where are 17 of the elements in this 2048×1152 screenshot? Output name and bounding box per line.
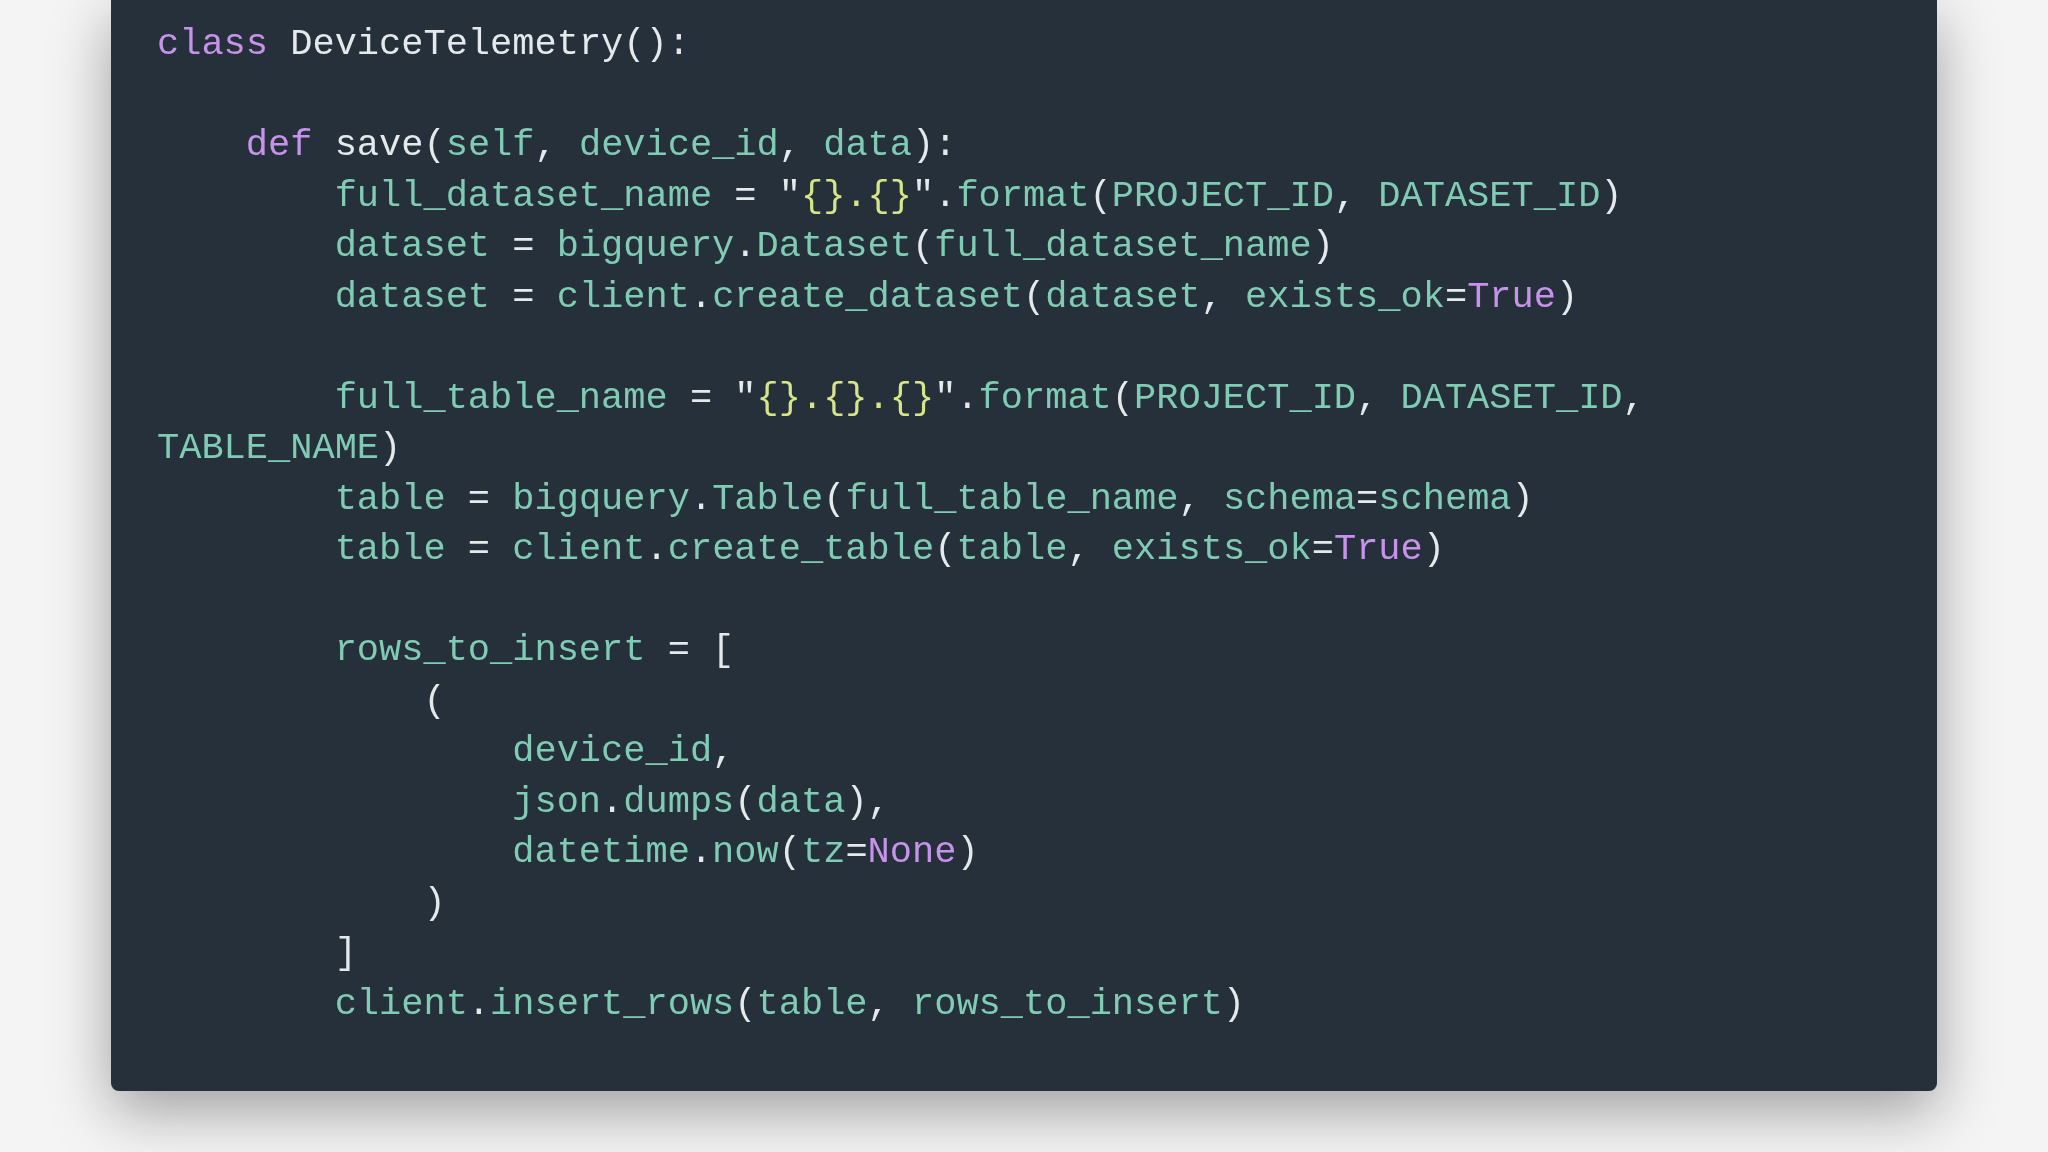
code-line: full_dataset_name = "{}.{}".format(PROJECT_ID, DATASET_ID)	[334, 173, 1623, 219]
code-line: datetime.now(tz=None)	[512, 830, 979, 875]
code-line: client.insert_rows(table, rows_to_insert)	[334, 981, 1246, 1027]
code-line: TABLE_NAME)	[157, 426, 402, 471]
code-line: ]	[334, 931, 357, 976]
code-line: class DeviceTelemetry():	[157, 22, 690, 67]
code-line: def save(self, device_id, data):	[245, 123, 957, 168]
code-line: table = client.create_table(table, exists_ok=True)	[334, 527, 1445, 572]
code-line: table = bigquery.Table(full_table_name, schema=schema)	[334, 476, 1534, 522]
code-line: (	[423, 678, 446, 724]
code-line: device_id,	[512, 729, 735, 774]
code-line: json.dumps(data),	[512, 779, 890, 825]
code-line: full_table_name = "{}.{}.{}".format(PROJECT_ID, DATASET_ID,	[334, 375, 1645, 421]
code-line: dataset = bigquery.Dataset(full_dataset_name)	[334, 224, 1334, 269]
code-line: rows_to_insert = [	[334, 628, 735, 673]
code-line: )	[423, 880, 446, 926]
code-line: dataset = client.create_dataset(dataset, exists_ok=True)	[334, 274, 1579, 320]
